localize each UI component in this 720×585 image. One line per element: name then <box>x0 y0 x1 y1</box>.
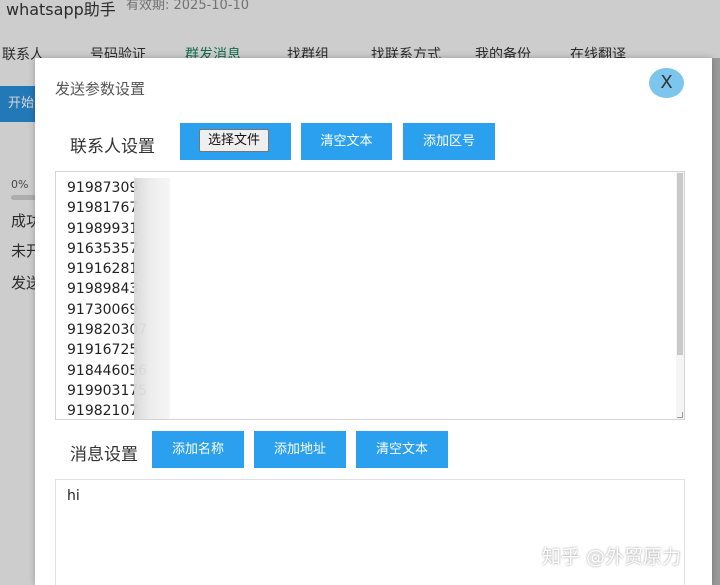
message-textarea[interactable]: hi <box>55 479 685 585</box>
dialog-title: 发送参数设置 <box>55 80 146 98</box>
resize-grip-icon[interactable] <box>677 412 683 418</box>
add-name-button[interactable]: 添加名称 <box>152 431 244 468</box>
contacts-scrollbar[interactable] <box>676 172 684 419</box>
contacts-scroll-thumb[interactable] <box>677 173 683 355</box>
redaction-blur <box>134 178 170 419</box>
contacts-textarea[interactable]: 91987309 91981767 91989931 91635357 91916281… <box>55 171 685 420</box>
clear-message-button[interactable]: 清空文本 <box>356 431 448 468</box>
watermark: 知乎 @外贸原力 <box>542 546 682 568</box>
clear-contacts-button[interactable]: 清空文本 <box>301 123 392 160</box>
message-settings-label: 消息设置 <box>70 445 138 465</box>
add-address-button[interactable]: 添加地址 <box>254 431 346 468</box>
contacts-settings-label: 联系人设置 <box>70 137 155 157</box>
send-settings-dialog: 发送参数设置 X 联系人设置 选择文件 清空文本 添加区号 91987309 91… <box>35 58 712 585</box>
close-button[interactable]: X <box>649 68 684 98</box>
backdrop-edge <box>712 58 720 585</box>
message-text: hi <box>67 488 80 504</box>
add-country-code-button[interactable]: 添加区号 <box>403 123 495 160</box>
choose-file-button[interactable]: 选择文件 <box>199 129 269 152</box>
